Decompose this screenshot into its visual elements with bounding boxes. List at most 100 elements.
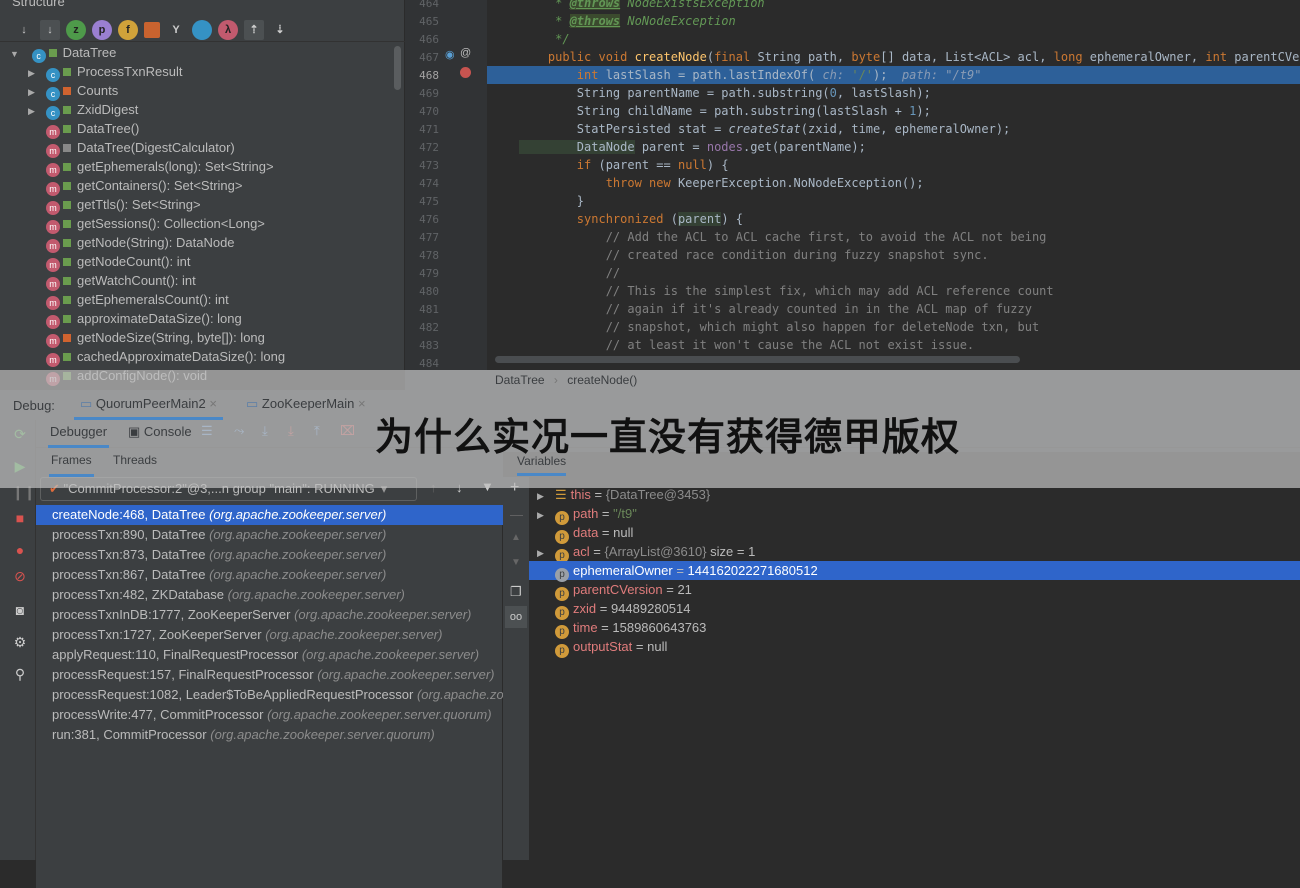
structure-item[interactable]: m getEphemeralsCount(): int: [28, 290, 229, 310]
code-line[interactable]: synchronized (parent) {: [519, 210, 743, 228]
drop-frame-icon[interactable]: ⌧: [340, 423, 355, 439]
structure-item[interactable]: m getNodeCount(): int: [28, 252, 190, 272]
layout-menu-icon[interactable]: ☰: [201, 423, 213, 439]
add-watch-icon[interactable]: +: [510, 479, 519, 497]
breakpoint-icon[interactable]: [460, 67, 471, 78]
tab-frames[interactable]: Frames: [49, 453, 94, 477]
structure-item[interactable]: m getNodeSize(String, byte[]): long: [28, 328, 265, 348]
camera-icon[interactable]: ◙: [12, 602, 28, 618]
stack-frame[interactable]: applyRequest:110, FinalRequestProcessor …: [36, 645, 503, 665]
show-non-public-icon[interactable]: [144, 21, 160, 38]
rerun-icon[interactable]: ⟳: [12, 426, 28, 442]
structure-item[interactable]: m getNode(String): DataNode: [28, 233, 235, 253]
stack-frame[interactable]: processTxn:890, DataTree (org.apache.zoo…: [36, 525, 503, 545]
thread-selector[interactable]: ✔ "CommitProcessor:2"@3,...n group "main…: [40, 477, 417, 501]
tree-root[interactable]: ▼ c DataTree: [10, 43, 116, 64]
stack-frame[interactable]: createNode:468, DataTree (org.apache.zoo…: [36, 505, 503, 525]
show-inherited-icon[interactable]: z: [66, 19, 86, 40]
step-over-icon[interactable]: ⤓: [262, 423, 268, 439]
code-line[interactable]: throw new KeeperException.NoNodeExceptio…: [519, 174, 924, 192]
copy-icon[interactable]: ❐: [510, 584, 522, 600]
mute-breakpoints-icon[interactable]: ⊘: [12, 568, 28, 584]
structure-item[interactable]: m getContainers(): Set<String>: [28, 176, 242, 196]
show-lambdas-icon[interactable]: λ: [218, 19, 238, 40]
variable-row[interactable]: ▶ ☰ this = {DataTree@3453}: [529, 485, 1300, 504]
stack-frame[interactable]: processWrite:477, CommitProcessor (org.a…: [36, 705, 503, 725]
view-breakpoints-icon[interactable]: ●: [12, 542, 28, 558]
variable-row[interactable]: p outputStat = null: [529, 637, 1300, 658]
move-down-icon[interactable]: ▼: [511, 557, 521, 568]
structure-item[interactable]: m DataTree(DigestCalculator): [28, 138, 235, 158]
code-line[interactable]: DataNode parent = nodes.get(parentName);: [519, 138, 866, 156]
show-anonymous-icon[interactable]: Y: [166, 20, 186, 40]
move-up-icon[interactable]: ▲: [511, 532, 521, 543]
stack-frame[interactable]: processTxn:1727, ZooKeeperServer (org.ap…: [36, 625, 503, 645]
structure-item[interactable]: m getWatchCount(): int: [28, 271, 196, 291]
stack-frame[interactable]: run:381, CommitProcessor (org.apache.zoo…: [36, 725, 503, 745]
implements-icon[interactable]: ◉: [445, 48, 455, 61]
stack-frame[interactable]: processTxn:873, DataTree (org.apache.zoo…: [36, 545, 503, 565]
session-tab-zookeepermain[interactable]: ▭ ZooKeeperMain ×: [240, 394, 372, 414]
tree-scrollbar[interactable]: [394, 46, 401, 90]
sort-alpha-icon[interactable]: ↓: [40, 19, 60, 40]
show-lambdas-circle-icon[interactable]: [192, 19, 212, 40]
variable-row[interactable]: ▶ p acl = {ArrayList@3610} size = 1: [529, 542, 1300, 563]
stack-frame[interactable]: processRequest:1082, Leader$ToBeAppliedR…: [36, 685, 503, 705]
show-watches-icon[interactable]: oo: [505, 606, 527, 628]
variable-row[interactable]: p parentCVersion = 21: [529, 580, 1300, 601]
stack-frame[interactable]: processTxn:482, ZKDatabase (org.apache.z…: [36, 585, 503, 605]
pin-icon[interactable]: ⚲: [12, 666, 28, 682]
structure-item[interactable]: m approximateDataSize(): long: [28, 309, 242, 329]
code-line[interactable]: String childName = path.substring(lastSl…: [519, 102, 931, 120]
stack-frame[interactable]: processTxn:867, DataTree (org.apache.zoo…: [36, 565, 503, 585]
editor-horizontal-scrollbar[interactable]: [495, 356, 1020, 363]
variable-row[interactable]: p data = null: [529, 523, 1300, 544]
structure-item[interactable]: ▶ c ProcessTxnResult: [28, 62, 182, 82]
variable-row[interactable]: p ephemeralOwner = 144162022271680512: [529, 561, 1300, 582]
filter-icon[interactable]: ▼: [481, 479, 494, 494]
step-out-icon[interactable]: ⤒: [314, 423, 320, 439]
code-line[interactable]: if (parent == null) {: [519, 156, 729, 174]
tab-console[interactable]: ▣ Console: [128, 424, 192, 440]
structure-item[interactable]: m getEphemerals(long): Set<String>: [28, 157, 274, 177]
code-line[interactable]: // at least it won't cause the ACL not e…: [519, 336, 974, 354]
settings-icon[interactable]: ⚙: [12, 634, 28, 650]
sort-by-visibility-icon[interactable]: ↓: [14, 20, 34, 40]
collapse-arrow-icon[interactable]: ▼: [10, 45, 24, 64]
code-line[interactable]: * @throws NoNodeException: [519, 12, 736, 30]
code-line[interactable]: */: [519, 30, 569, 48]
next-frame-icon[interactable]: ↓: [456, 480, 463, 495]
force-step-into-icon[interactable]: ⤓: [288, 423, 294, 439]
code-line[interactable]: // created race condition during fuzzy s…: [519, 246, 989, 264]
tab-threads[interactable]: Threads: [113, 453, 157, 467]
variable-row[interactable]: ▶ p path = "/t9": [529, 504, 1300, 525]
autoscroll-to-source-icon[interactable]: ⇡: [244, 19, 264, 40]
structure-item[interactable]: m getTtls(): Set<String>: [28, 195, 201, 215]
stack-frame[interactable]: processRequest:157, FinalRequestProcesso…: [36, 665, 503, 685]
code-line[interactable]: // This is the simplest fix, which may a…: [519, 282, 1054, 300]
code-line[interactable]: public void createNode(final String path…: [519, 48, 1300, 66]
code-line[interactable]: int lastSlash = path.lastIndexOf( ch: '/…: [519, 66, 982, 84]
code-line[interactable]: * @throws NodeExistsException: [519, 0, 765, 12]
breadcrumb-class[interactable]: DataTree: [495, 373, 545, 387]
structure-item[interactable]: m getSessions(): Collection<Long>: [28, 214, 265, 234]
code-line[interactable]: //: [519, 264, 620, 282]
code-line[interactable]: String parentName = path.substring(0, la…: [519, 84, 931, 102]
structure-item[interactable]: ▶ c ZxidDigest: [28, 100, 138, 120]
show-properties-icon[interactable]: p: [92, 19, 112, 40]
previous-frame-icon[interactable]: ↑: [430, 480, 437, 495]
code-editor[interactable]: 464 * @throws NodeExistsException 465 * @…: [405, 0, 1300, 370]
session-tab-quorumpeermain2[interactable]: ▭ QuorumPeerMain2 ×: [74, 394, 223, 420]
code-line[interactable]: }: [519, 192, 584, 210]
show-fields-icon[interactable]: f: [118, 19, 138, 40]
structure-item[interactable]: ▶ c Counts: [28, 81, 118, 101]
code-line[interactable]: // again if it's already counted in in t…: [519, 300, 1032, 318]
resume-icon[interactable]: ▶: [12, 458, 28, 474]
tab-debugger[interactable]: Debugger: [48, 424, 110, 448]
variable-row[interactable]: p time = 1589860643763: [529, 618, 1300, 639]
show-execution-point-icon[interactable]: ⤳: [234, 423, 244, 439]
structure-item[interactable]: m DataTree(): [28, 119, 139, 139]
autoscroll-from-source-icon[interactable]: ⇣: [270, 20, 290, 40]
breadcrumb-method[interactable]: createNode(): [567, 373, 637, 387]
code-line[interactable]: StatPersisted stat = createStat(zxid, ti…: [519, 120, 1010, 138]
